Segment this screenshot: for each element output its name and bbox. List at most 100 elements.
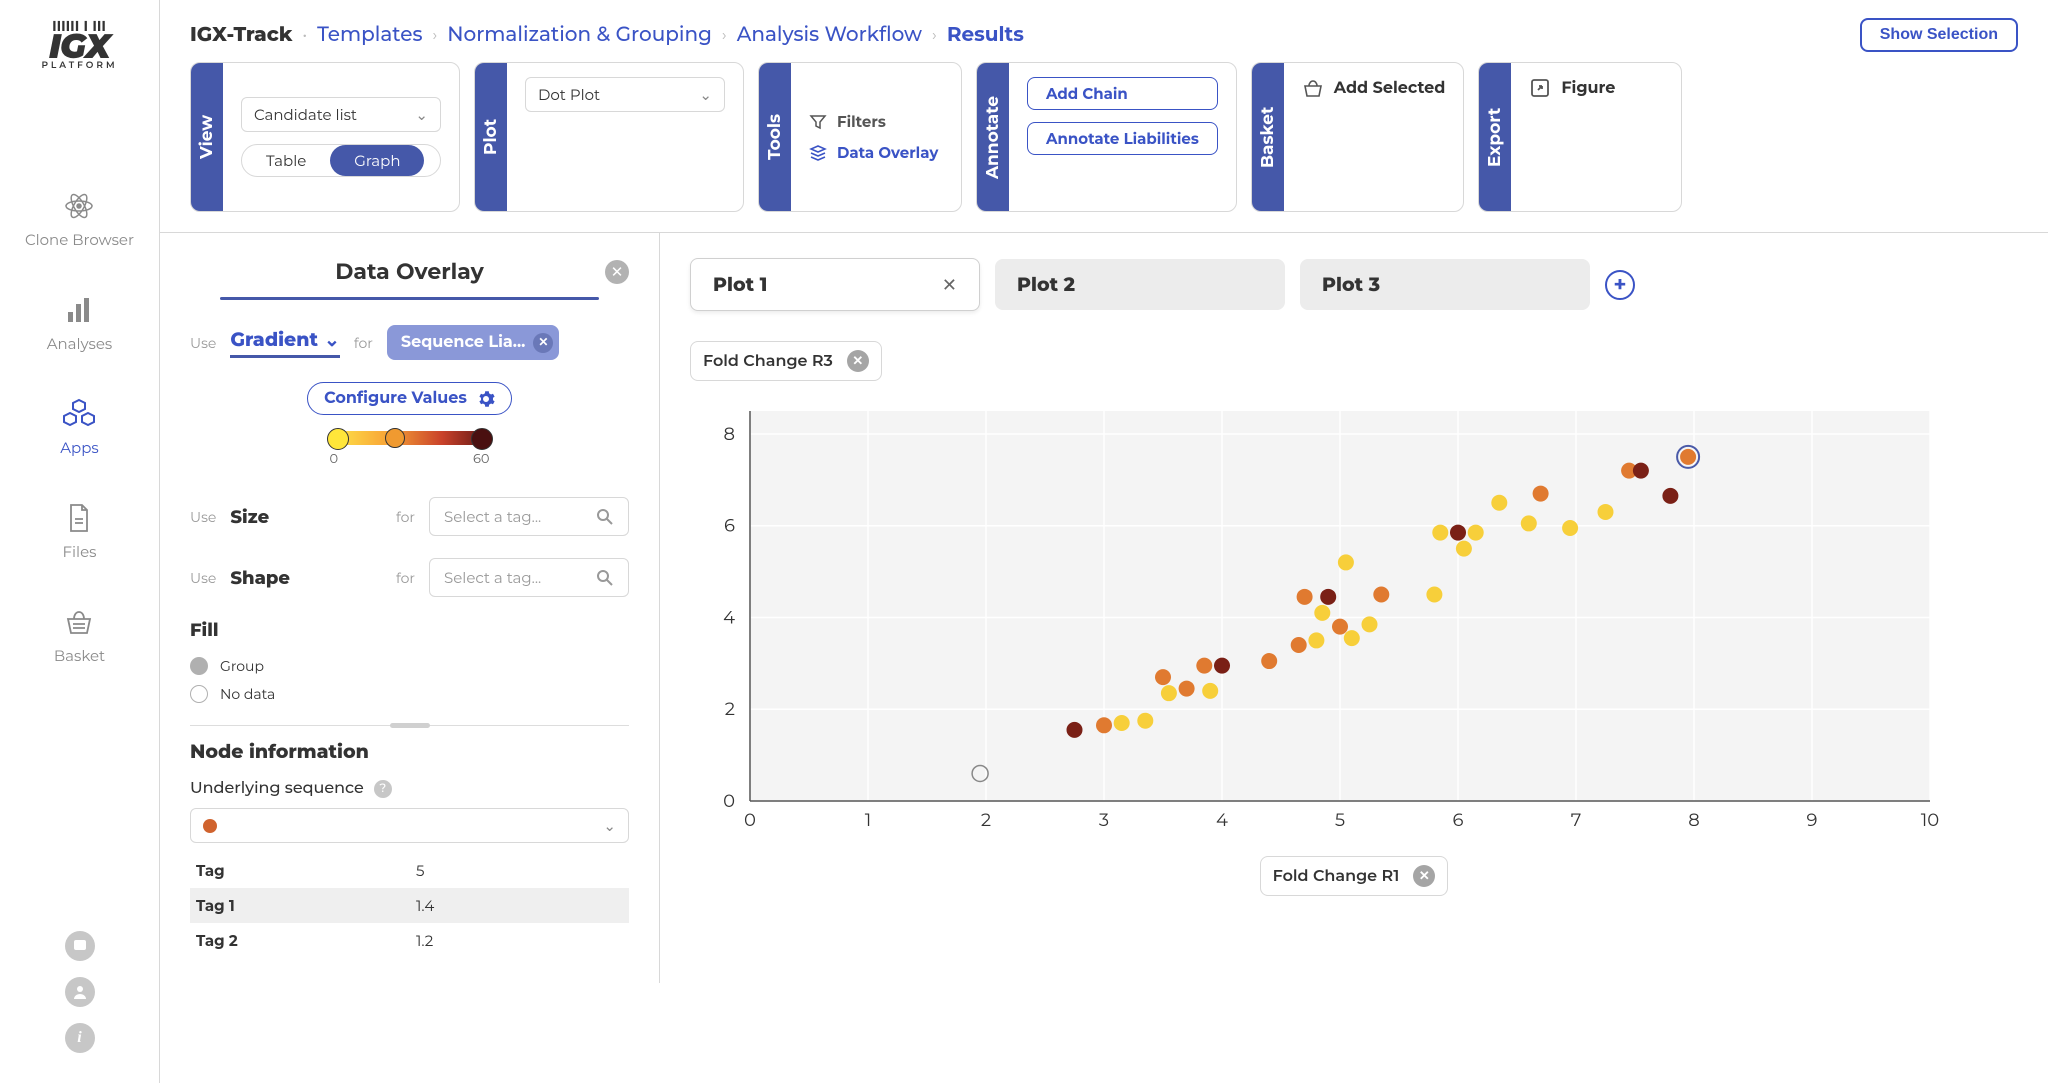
toggle-table[interactable]: Table xyxy=(242,145,330,176)
svg-text:8: 8 xyxy=(1688,809,1699,831)
underlying-sequence-select[interactable]: ⌄ xyxy=(190,808,629,843)
panel-title: Data Overlay xyxy=(335,258,484,285)
toggle-graph[interactable]: Graph xyxy=(330,145,424,176)
node-info-header: Node information xyxy=(190,740,629,763)
rail-item-basket[interactable]: Basket xyxy=(54,606,105,665)
rail-item-analyses[interactable]: Analyses xyxy=(47,294,112,353)
svg-text:6: 6 xyxy=(1453,809,1464,831)
plot-tab-1[interactable]: Plot 1✕ xyxy=(690,258,980,311)
card-basket: Basket Add Selected xyxy=(1251,62,1465,212)
scatter-plot[interactable]: 01234567891002468 xyxy=(690,401,1950,841)
svg-text:6: 6 xyxy=(724,515,735,537)
kv-row: Tag 21.2 xyxy=(190,923,629,958)
breadcrumb: IGX-Track • Templates › Normalization & … xyxy=(160,0,2048,62)
svg-text:0: 0 xyxy=(744,809,756,831)
bars-icon xyxy=(63,294,95,326)
boxes-icon xyxy=(63,398,95,430)
rail-item-clone-browser[interactable]: Clone Browser xyxy=(25,190,134,249)
shape-tag-select[interactable]: Select a tag... xyxy=(429,558,629,597)
card-tab-view: View xyxy=(191,63,223,211)
chevron-down-icon: ⌄ xyxy=(415,105,428,124)
gradient-min: 0 xyxy=(330,451,339,467)
help-icon[interactable]: ? xyxy=(374,780,392,798)
filters-link[interactable]: Filters xyxy=(809,112,943,131)
breadcrumb-current: Results xyxy=(947,23,1024,47)
show-selection-button[interactable]: Show Selection xyxy=(1860,18,2018,52)
svg-text:8: 8 xyxy=(724,423,735,445)
svg-text:4: 4 xyxy=(1216,809,1228,831)
data-overlay-link[interactable]: Data Overlay xyxy=(809,143,943,162)
breadcrumb-templates[interactable]: Templates xyxy=(317,23,422,47)
card-tab-export: Export xyxy=(1479,63,1511,211)
plot-tab-2[interactable]: Plot 2 xyxy=(995,259,1285,310)
size-tag-select[interactable]: Select a tag... xyxy=(429,497,629,536)
svg-text:10: 10 xyxy=(1921,809,1939,831)
svg-text:2: 2 xyxy=(725,698,735,720)
kv-row: Tag5 xyxy=(190,853,629,888)
rail-item-apps[interactable]: Apps xyxy=(60,398,98,457)
svg-text:3: 3 xyxy=(1099,809,1109,831)
plot-type-select[interactable]: Dot Plot⌄ xyxy=(525,77,725,112)
gradient-tag-chip[interactable]: Sequence Lia...✕ xyxy=(387,325,559,360)
brand-logo: |||||| | ||| IGX PLATFORM xyxy=(27,20,132,70)
card-export: Export Figure xyxy=(1478,62,1682,212)
chevron-down-icon: ⌄ xyxy=(324,328,340,351)
card-tools: Tools Filters Data Overlay xyxy=(758,62,962,212)
plot-tab-3[interactable]: Plot 3 xyxy=(1300,259,1590,310)
layers-icon xyxy=(809,144,827,162)
for-label: for xyxy=(354,334,373,352)
resize-handle[interactable] xyxy=(190,725,629,726)
close-tab-icon[interactable]: ✕ xyxy=(942,274,957,296)
gear-icon xyxy=(477,390,495,408)
legend-group: Group xyxy=(190,657,629,675)
rail-item-files[interactable]: Files xyxy=(63,502,97,561)
sequence-color-dot xyxy=(203,819,217,833)
left-nav-rail: |||||| | ||| IGX PLATFORM Clone Browser … xyxy=(0,0,160,1083)
x-axis-chip[interactable]: Fold Change R1✕ xyxy=(1260,856,1449,896)
file-icon xyxy=(63,502,95,534)
svg-text:4: 4 xyxy=(723,606,735,628)
svg-text:2: 2 xyxy=(981,809,991,831)
svg-text:5: 5 xyxy=(1335,809,1345,831)
breadcrumb-normalization[interactable]: Normalization & Grouping xyxy=(447,23,712,47)
add-selected-button[interactable]: Add Selected xyxy=(1302,77,1446,99)
view-mode-select[interactable]: Candidate list⌄ xyxy=(241,97,441,132)
card-view: View Candidate list⌄ Table Graph xyxy=(190,62,460,212)
close-panel-button[interactable]: ✕ xyxy=(605,260,629,284)
breadcrumb-analysis-workflow[interactable]: Analysis Workflow xyxy=(737,23,922,47)
gradient-scale xyxy=(330,431,490,445)
remove-axis-icon[interactable]: ✕ xyxy=(1413,865,1435,887)
shape-label: Shape xyxy=(230,567,290,589)
table-graph-toggle[interactable]: Table Graph xyxy=(241,144,441,177)
plot-area: Plot 1✕ Plot 2 Plot 3 + Fold Change R3✕ … xyxy=(660,233,2048,983)
search-icon xyxy=(596,508,614,526)
use-label: Use xyxy=(190,334,216,352)
annotate-liabilities-button[interactable]: Annotate Liabilities xyxy=(1027,122,1218,155)
add-chain-button[interactable]: Add Chain xyxy=(1027,77,1218,110)
legend-nodata: No data xyxy=(190,685,629,703)
gradient-dropdown[interactable]: Gradient⌄ xyxy=(230,328,340,358)
info-icon[interactable]: i xyxy=(65,1023,95,1053)
breadcrumb-app: IGX-Track xyxy=(190,23,292,47)
intercom-icon[interactable] xyxy=(65,931,95,961)
size-label: Size xyxy=(230,506,269,528)
data-overlay-panel: Data Overlay ✕ Use Gradient⌄ for Sequenc… xyxy=(160,233,660,983)
svg-text:7: 7 xyxy=(1571,809,1582,831)
card-plot: Plot Dot Plot⌄ xyxy=(474,62,744,212)
card-tab-tools: Tools xyxy=(759,63,791,211)
export-icon xyxy=(1529,77,1551,99)
remove-axis-icon[interactable]: ✕ xyxy=(847,350,869,372)
export-figure-button[interactable]: Figure xyxy=(1529,77,1663,99)
basket-add-icon xyxy=(1302,77,1324,99)
atom-icon xyxy=(63,190,95,222)
y-axis-chip[interactable]: Fold Change R3✕ xyxy=(690,341,882,381)
add-plot-button[interactable]: + xyxy=(1605,270,1635,300)
gradient-max: 60 xyxy=(473,451,490,467)
filter-icon xyxy=(809,113,827,131)
configure-values-button[interactable]: Configure Values xyxy=(307,382,512,415)
chevron-down-icon: ⌄ xyxy=(603,816,616,835)
remove-chip-icon[interactable]: ✕ xyxy=(533,333,553,353)
card-annotate: Annotate Add Chain Annotate Liabilities xyxy=(976,62,1237,212)
kv-row: Tag 11.4 xyxy=(190,888,629,923)
user-avatar-icon[interactable] xyxy=(65,977,95,1007)
